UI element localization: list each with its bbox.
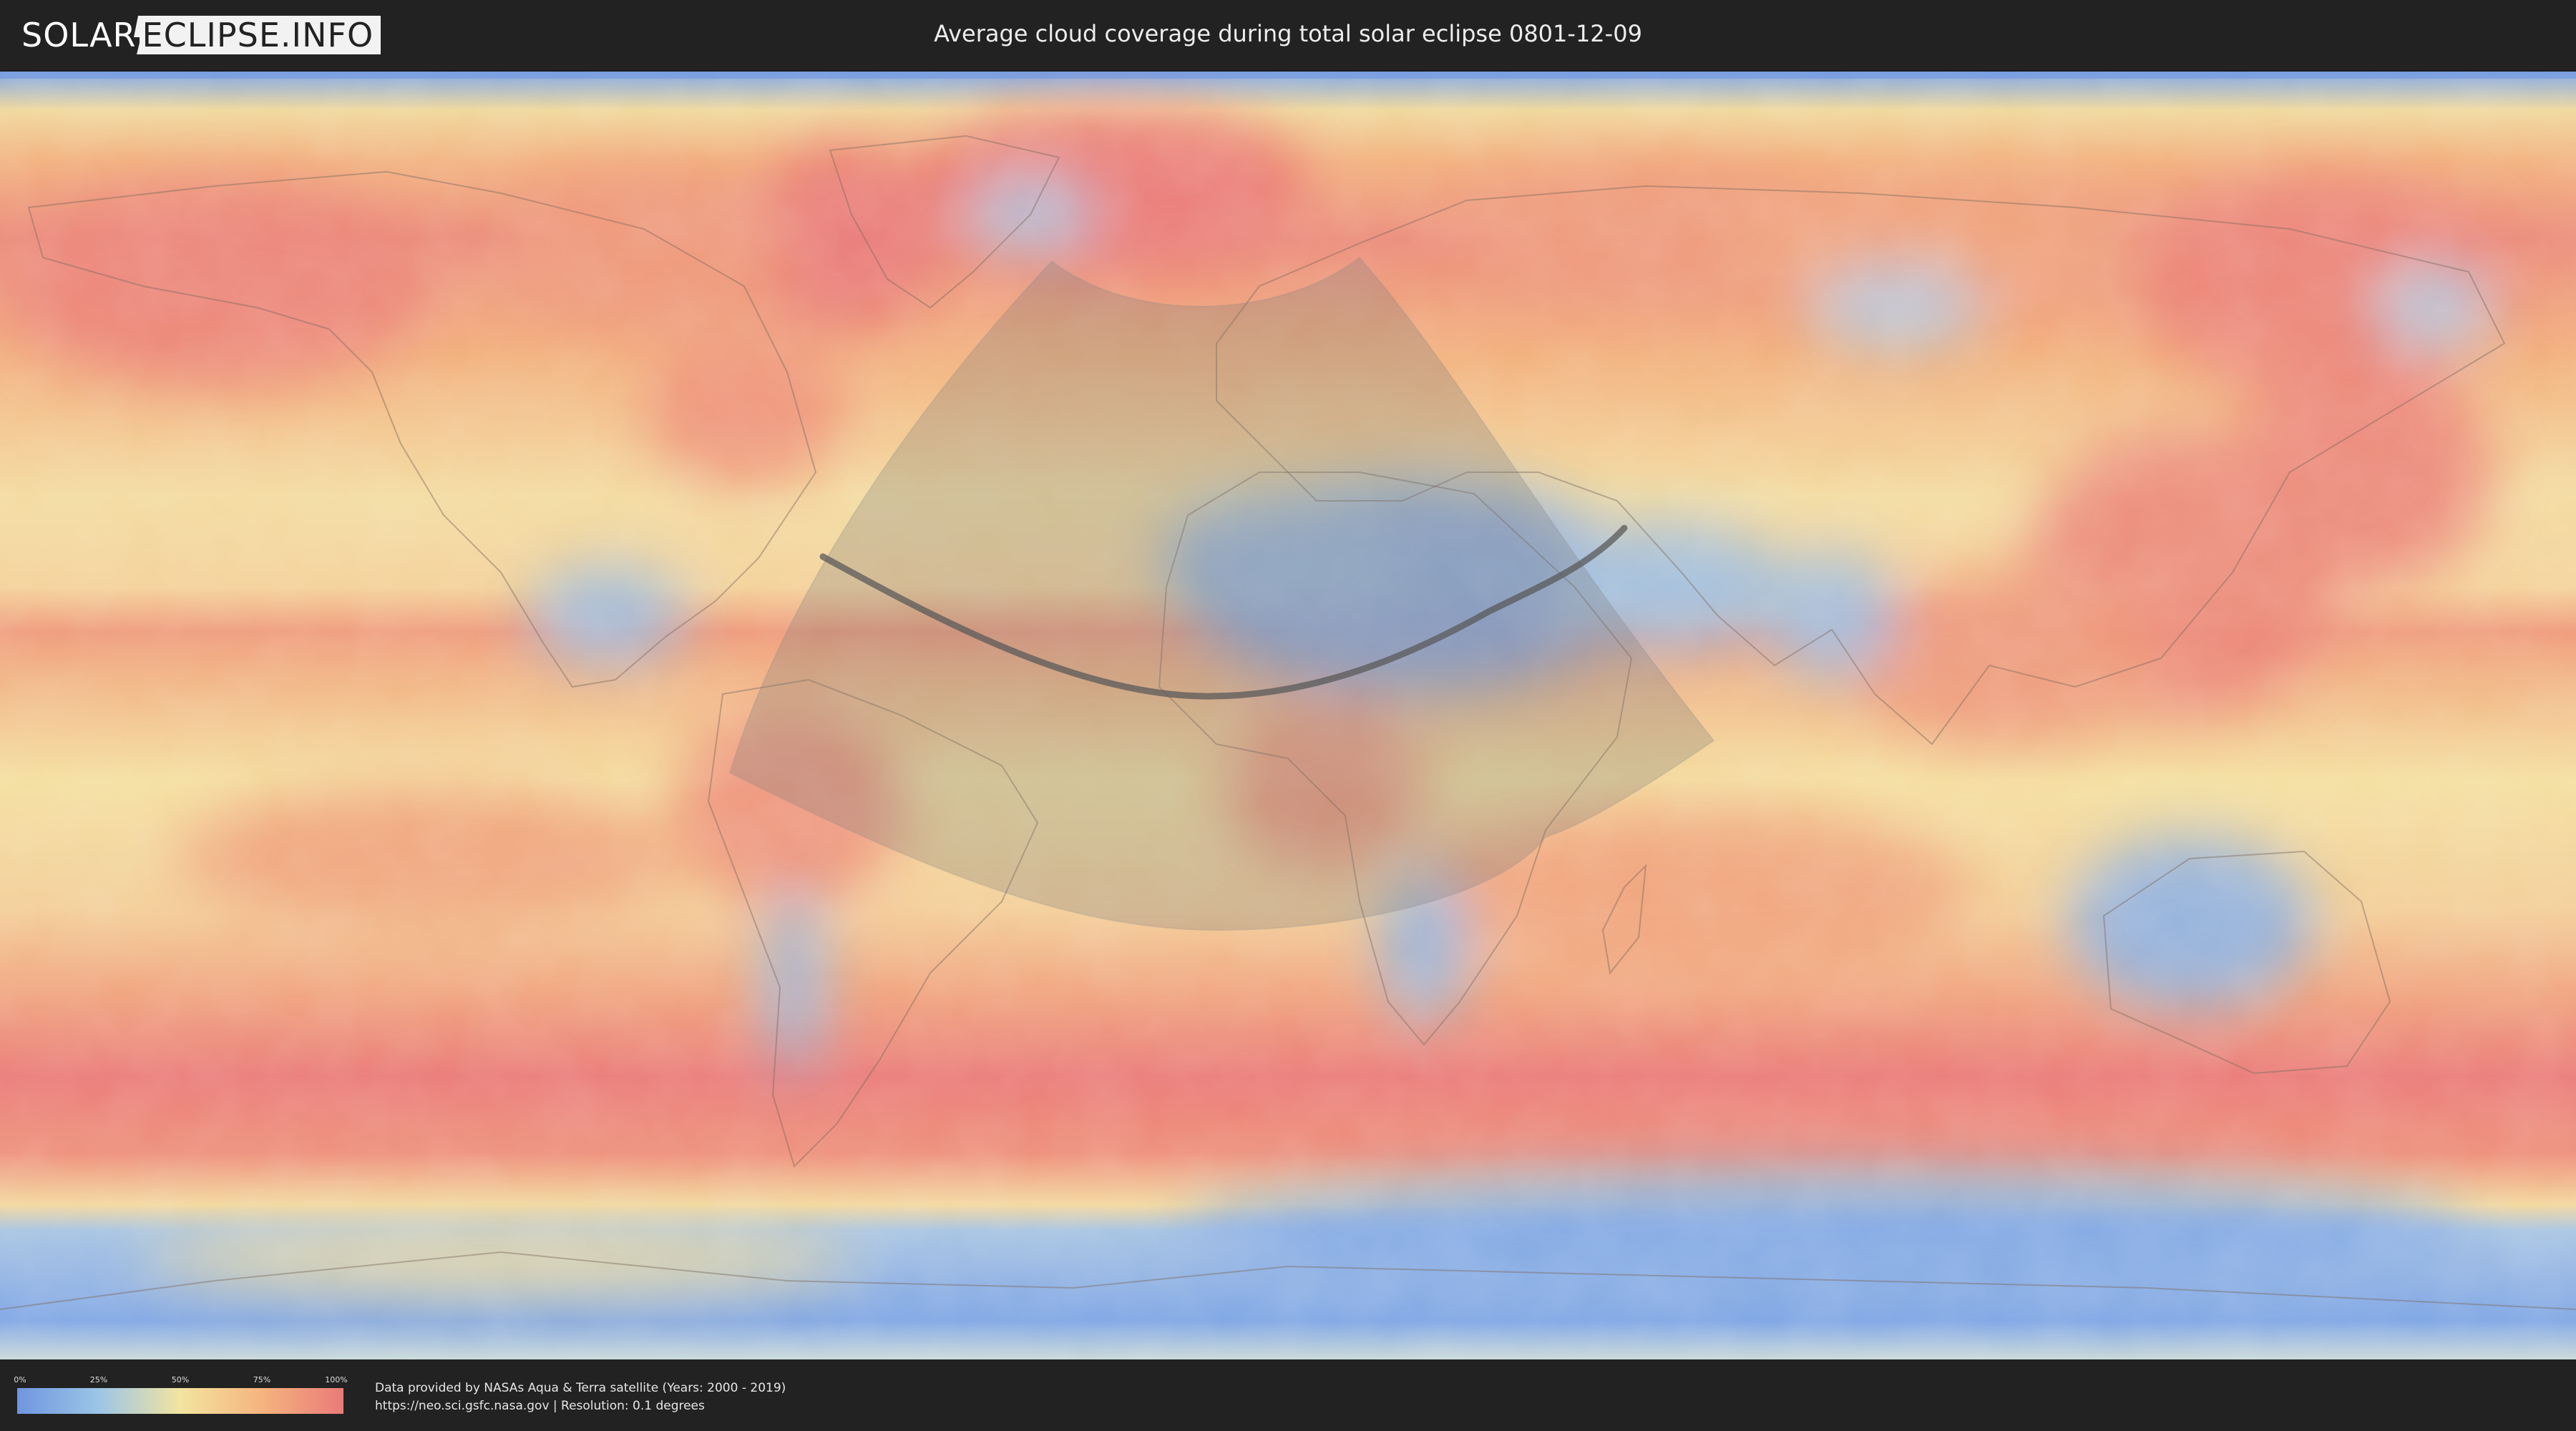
cloud-coverage-map[interactable] [0,72,2576,1359]
page-title: Average cloud coverage during total sola… [934,20,1642,47]
footer-bar: 0% 25% 50% 75% 100% Data provided by NAS… [0,1359,2576,1431]
data-credits: Data provided by NASAs Aqua & Terra sate… [375,1379,786,1415]
cloud-coverage-legend: 0% 25% 50% 75% 100% [14,1375,348,1415]
legend-tick-0: 0% [14,1375,26,1384]
header-bar: SOLAR ECLIPSE.INFO Average cloud coverag… [0,0,2576,72]
legend-tick-50: 50% [171,1375,190,1384]
legend-tick-100: 100% [325,1375,348,1384]
legend-tick-25: 25% [89,1375,108,1384]
credit-line-url[interactable]: https://neo.sci.gsfc.nasa.gov | Resoluti… [375,1397,786,1415]
legend-color-bar [17,1388,343,1414]
world-map[interactable] [0,72,2576,1359]
credit-line-source: Data provided by NASAs Aqua & Terra sate… [375,1381,786,1395]
map-top-edge [0,72,2576,79]
legend-tick-75: 75% [253,1375,271,1384]
